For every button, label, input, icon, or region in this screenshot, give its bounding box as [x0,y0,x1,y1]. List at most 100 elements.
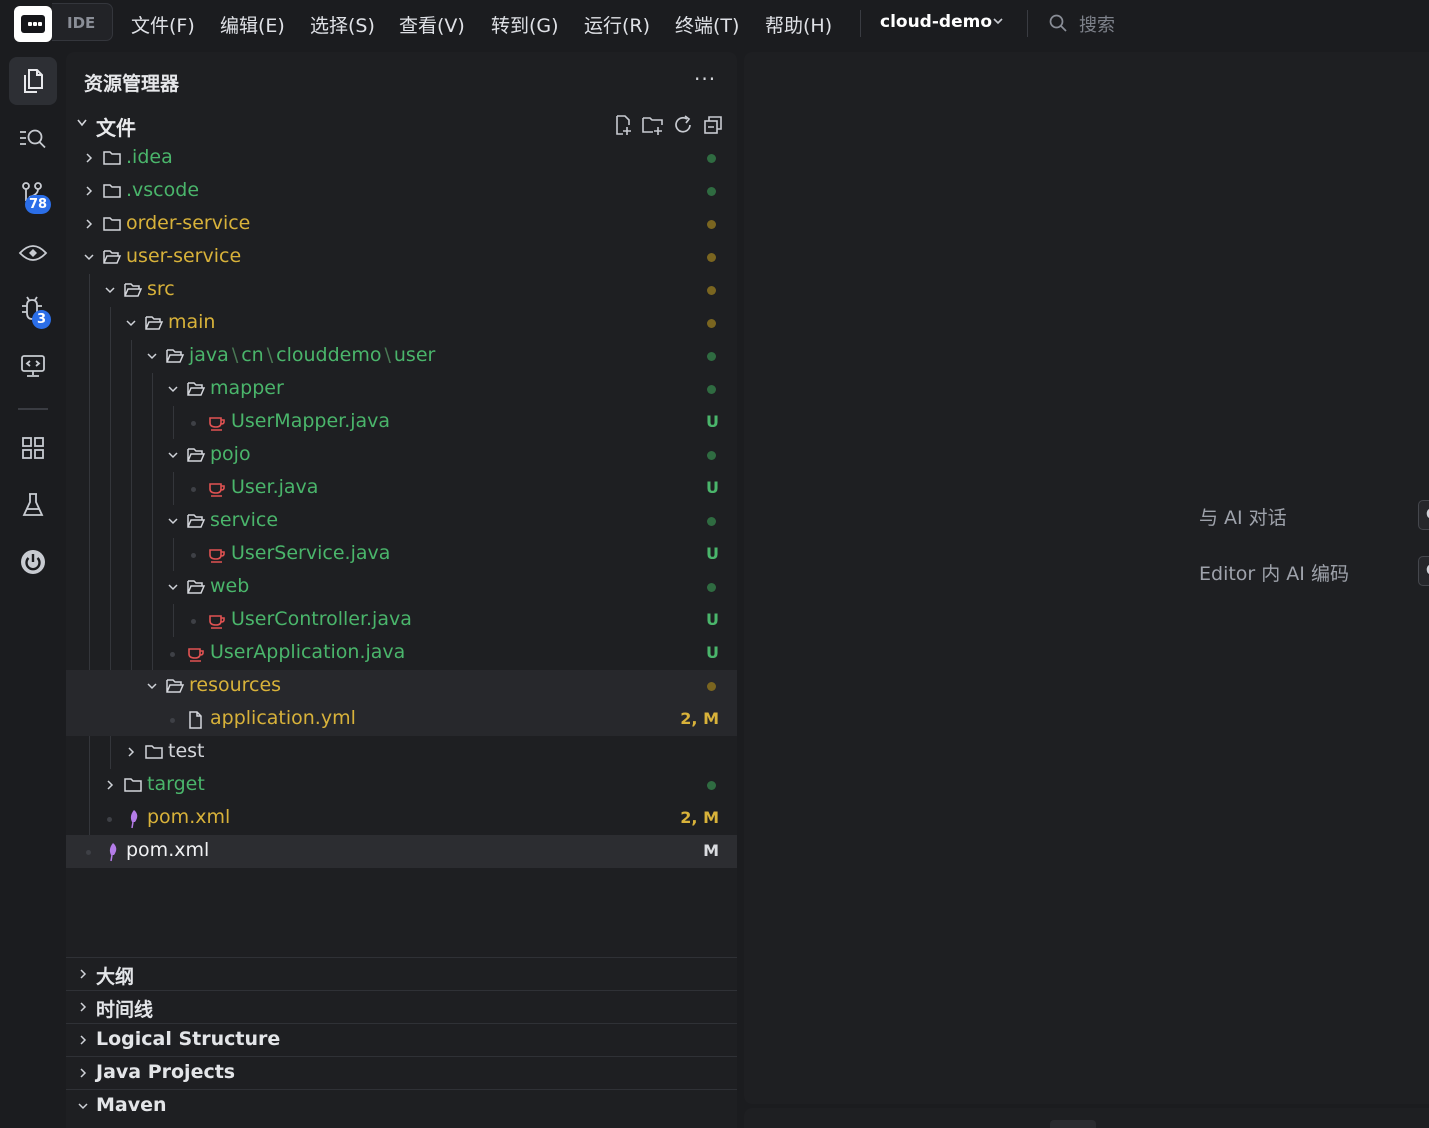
search-input[interactable]: 搜索 [1079,11,1115,37]
project-name[interactable]: cloud-demo [880,12,992,32]
git-status-dot [707,187,716,196]
tree-file-row[interactable]: UserMapper.java U [66,406,737,439]
menu-item[interactable]: 转到(G) [491,11,559,38]
tree-item-label: UserService.java [231,542,391,564]
folder-icon [103,151,121,165]
spring-button[interactable] [9,538,57,586]
chevron-right-icon[interactable] [84,186,94,196]
chevron-right-icon[interactable] [78,969,88,979]
menu-item[interactable]: 终端(T) [675,11,739,38]
git-status-dot [707,154,716,163]
tree-file-row[interactable]: application.yml 2, M [66,703,737,736]
chevron-down-icon [77,119,87,127]
chevron-down-icon[interactable] [126,318,136,328]
new-folder-icon[interactable] [641,114,665,136]
folder-open-icon [187,514,206,528]
tree-folder-row[interactable]: java \ cn \ clouddemo \ user [66,340,737,373]
chevron-down-icon[interactable] [992,16,1004,26]
search-icon [20,129,46,149]
menu-item[interactable]: 编辑(E) [220,11,285,38]
hint-ai-chat: 与 AI 对话 [1199,507,1287,529]
leaf-marker [191,421,196,426]
run-debug-button[interactable]: 3 [9,286,57,334]
new-file-icon[interactable] [612,114,634,136]
chevron-down-icon[interactable] [78,1101,88,1111]
tree-file-row[interactable]: User.java U [66,472,737,505]
tree-file-row[interactable]: UserService.java U [66,538,737,571]
sidebar-section-header[interactable]: 大纲 [66,957,737,990]
chevron-right-icon[interactable] [84,153,94,163]
tree-folder-row[interactable]: web [66,571,737,604]
chevron-down-icon[interactable] [168,516,178,526]
sidebar-section-header[interactable]: 时间线 [66,990,737,1023]
remote-explorer-button[interactable] [9,342,57,390]
chevron-down-icon[interactable] [168,450,178,460]
tree-folder-row[interactable]: test [66,736,737,769]
chevron-right-icon[interactable] [84,219,94,229]
folder-icon [124,778,142,792]
chevron-down-icon[interactable] [84,252,94,262]
section-label: Java Projects [96,1061,236,1083]
path-segment: clouddemo [276,344,382,366]
tree-item-label: .vscode [126,179,200,201]
sidebar-section-header[interactable]: Java Projects [66,1056,737,1089]
tree-file-row[interactable]: UserController.java U [66,604,737,637]
source-control-button[interactable]: 78 [9,171,57,219]
tree-folder-row[interactable]: service [66,505,737,538]
chevron-down-icon[interactable] [168,582,178,592]
chevron-right-icon[interactable] [105,780,115,790]
tree-folder-row[interactable]: resources [66,670,737,703]
chevron-down-icon[interactable] [147,681,157,691]
git-status-badge: U [706,643,719,662]
section-label: 大纲 [96,966,135,988]
chevron-right-icon[interactable] [78,1002,88,1012]
menu-item[interactable]: 帮助(H) [765,11,832,38]
tree-folder-row[interactable]: pojo [66,439,737,472]
tree-folder-row[interactable]: src [66,274,737,307]
tree-file-row[interactable]: pom.xml 2, M [66,802,737,835]
extensions-button[interactable] [9,424,57,472]
tree-folder-row[interactable]: main [66,307,737,340]
sidebar-section-header[interactable]: Logical Structure [66,1023,737,1056]
git-status-badge: 2, M [680,808,719,827]
bottom-panel-tab[interactable] [1050,1120,1096,1128]
tree-file-row[interactable]: pom.xml M [66,835,737,868]
chevron-right-icon[interactable] [126,747,136,757]
more-actions-button[interactable]: ··· [694,67,716,91]
files-section-header[interactable]: 文件 [66,110,737,140]
menu-item[interactable]: 查看(V) [399,11,465,38]
tree-folder-row[interactable]: .vscode [66,175,737,208]
search-view-button[interactable] [9,114,57,162]
sidebar-section-header[interactable]: Maven [66,1089,737,1122]
tree-folder-row[interactable]: order-service [66,208,737,241]
chevron-right-icon[interactable] [78,1035,88,1045]
menu-item[interactable]: 文件(F) [131,11,195,38]
leaf-marker [86,850,91,855]
tree-folder-row[interactable]: .idea [66,142,737,175]
explorer-button[interactable] [9,57,57,105]
search-icon[interactable] [1048,13,1068,33]
tree-item-label: order-service [126,212,251,234]
divider [860,10,861,37]
tree-item-label: service [210,509,279,531]
refresh-icon[interactable] [672,114,694,136]
preview-button[interactable] [9,229,57,277]
collapse-all-icon[interactable] [702,114,724,136]
tree-folder-row[interactable]: mapper [66,373,737,406]
chevron-down-icon[interactable] [147,351,157,361]
chevron-right-icon[interactable] [78,1068,88,1078]
ide-switcher[interactable]: IDE [52,3,113,41]
path-segment: cn [241,344,264,366]
chevron-down-icon[interactable] [105,285,115,295]
folder-open-icon [166,349,185,363]
tree-folder-row[interactable]: target [66,769,737,802]
menu-item[interactable]: 运行(R) [584,11,650,38]
app-logo[interactable] [14,6,52,42]
shortcut-key: C [1418,500,1429,530]
tree-file-row[interactable]: UserApplication.java U [66,637,737,670]
tree-folder-row[interactable]: user-service [66,241,737,274]
folder-open-icon [187,580,206,594]
chevron-down-icon[interactable] [168,384,178,394]
testing-button[interactable] [9,481,57,529]
menu-item[interactable]: 选择(S) [310,11,375,38]
